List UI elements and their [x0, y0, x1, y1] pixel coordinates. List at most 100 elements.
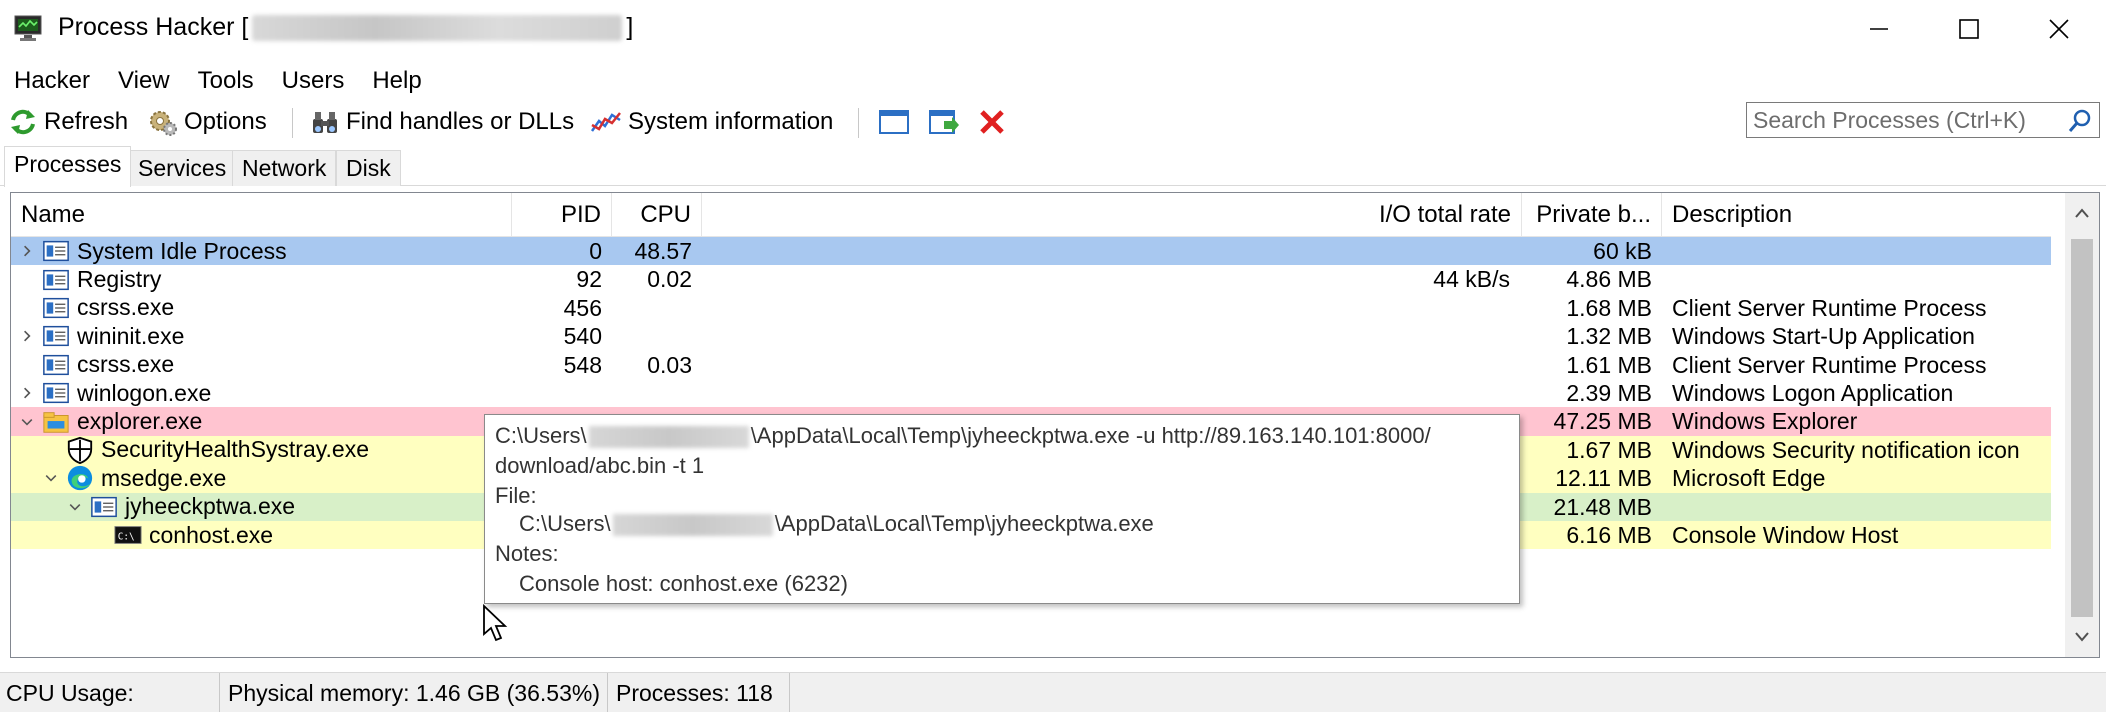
column-pid[interactable]: PID	[512, 193, 612, 237]
process-private-bytes: 1.61 MB	[1566, 351, 1652, 378]
process-name: jyheeckptwa.exe	[125, 493, 296, 520]
column-private-bytes[interactable]: Private b...	[1522, 193, 1662, 237]
window-icon	[41, 266, 71, 294]
window-icon	[41, 322, 71, 350]
process-name-cell: msedge.exe	[41, 464, 226, 492]
process-private-bytes: 12.11 MB	[1555, 465, 1652, 492]
process-pid: 548	[563, 351, 602, 378]
maximize-icon	[1959, 19, 1979, 39]
process-pid: 456	[563, 294, 602, 321]
search-placeholder: Search Processes (Ctrl+K)	[1753, 107, 2026, 133]
process-name-cell: explorer.exe	[17, 407, 202, 435]
process-cpu: 0.02	[647, 266, 692, 293]
folder-icon	[41, 408, 71, 436]
process-row[interactable]: winlogon.exe 2.39 MB Windows Logon Applica…	[11, 379, 2051, 408]
tab-processes[interactable]: Processes	[4, 146, 132, 187]
system-information-button[interactable]: System information	[590, 102, 833, 142]
toolbar-separator	[292, 108, 293, 138]
column-description[interactable]: Description	[1662, 193, 2051, 237]
scroll-thumb[interactable]	[2071, 239, 2093, 617]
tab-services[interactable]: Services	[128, 150, 237, 186]
close-window-button[interactable]	[2014, 0, 2104, 58]
status-bar: CPU Usage: 51.43% Physical memory: 1.46 …	[0, 672, 2106, 712]
process-name: Registry	[77, 266, 162, 293]
process-pid	[512, 379, 602, 407]
edge-icon	[65, 464, 95, 492]
column-io-total-rate[interactable]: I/O total rate	[702, 193, 1522, 237]
window-title: Process Hacker []	[58, 13, 633, 42]
tooltip-file-suffix: \AppData\Local\Temp\jyheeckptwa.exe	[774, 511, 1154, 536]
chevron-right-icon[interactable]	[17, 237, 37, 265]
search-icon[interactable]	[2067, 108, 2093, 134]
options-button[interactable]: Options	[148, 102, 267, 142]
menu-hacker[interactable]: Hacker	[0, 64, 104, 100]
title-bar: Process Hacker []	[0, 0, 2106, 60]
chart-icon	[590, 112, 621, 132]
window-icon	[89, 493, 119, 521]
show-window-button[interactable]	[878, 102, 916, 142]
system-information-label: System information	[628, 108, 834, 135]
chevron-down-icon[interactable]	[41, 464, 61, 492]
switch-window-button[interactable]	[928, 102, 966, 142]
tooltip-command-line: C:\Users\ \AppData\Local\Temp\jyheeckptwa…	[495, 423, 1431, 449]
column-name[interactable]: Name	[11, 193, 512, 237]
tab-strip: Processes Services Network Disk	[0, 146, 2106, 187]
tooltip-file-prefix: C:\Users\	[519, 511, 611, 536]
gear-icon	[150, 111, 177, 136]
process-cpu	[612, 294, 692, 322]
process-name-cell: SecurityHealthSystray.exe	[41, 436, 369, 464]
scroll-up-icon[interactable]	[2065, 193, 2099, 233]
chevron-down-icon[interactable]	[65, 493, 85, 521]
process-private-bytes: 4.86 MB	[1566, 266, 1652, 293]
process-name-cell: C:\ conhost.exe	[89, 521, 273, 549]
process-hacker-icon	[14, 15, 42, 41]
process-private-bytes: 1.32 MB	[1566, 323, 1652, 350]
menu-help[interactable]: Help	[358, 64, 435, 100]
process-row[interactable]: System Idle Process 0 48.57 60 kB	[11, 237, 2051, 266]
process-name-cell: csrss.exe	[17, 351, 174, 379]
process-pid: 0	[589, 238, 602, 264]
tab-disk[interactable]: Disk	[336, 150, 401, 186]
menu-tools[interactable]: Tools	[184, 64, 268, 100]
chevron-right-icon[interactable]	[17, 322, 37, 350]
chevron-right-icon[interactable]	[17, 379, 37, 407]
toolbar-separator	[858, 108, 859, 138]
process-name: conhost.exe	[149, 521, 274, 548]
red-x-icon	[980, 110, 1004, 134]
menu-users[interactable]: Users	[268, 64, 359, 100]
menu-view[interactable]: View	[104, 64, 184, 100]
terminate-button[interactable]	[978, 102, 1012, 142]
process-description: Console Window Host	[1672, 522, 1899, 548]
process-name-cell: Registry	[17, 265, 161, 293]
redacted-username	[612, 514, 773, 537]
process-name: explorer.exe	[77, 408, 203, 435]
process-description	[1672, 265, 2042, 293]
refresh-button[interactable]: Refresh	[8, 102, 128, 142]
column-cpu[interactable]: CPU	[612, 193, 702, 237]
process-row[interactable]: csrss.exe 548 0.03 1.61 MB Client Server Run…	[11, 350, 2051, 379]
refresh-label: Refresh	[44, 108, 129, 135]
process-private-bytes: 47.25 MB	[1553, 408, 1652, 435]
scroll-down-icon[interactable]	[2065, 617, 2099, 657]
options-label: Options	[184, 108, 267, 135]
process-row[interactable]: Registry 92 0.02 44 kB/s 4.86 MB	[11, 265, 2051, 294]
search-input[interactable]: Search Processes (Ctrl+K)	[1746, 102, 2100, 138]
svg-text:C:\: C:\	[118, 532, 135, 543]
minimize-button[interactable]	[1834, 0, 1924, 58]
process-io-rate: 44 kB/s	[1433, 266, 1510, 293]
process-row[interactable]: wininit.exe 540 1.32 MB Windows Start-Up Ap…	[11, 322, 2051, 351]
tab-network[interactable]: Network	[232, 150, 337, 186]
process-private-bytes: 1.67 MB	[1566, 436, 1652, 463]
tooltip-notes-value: Console host: conhost.exe (6232)	[519, 571, 848, 596]
process-description: Client Server Runtime Process	[1672, 351, 1987, 378]
process-cpu: 0.03	[647, 351, 692, 378]
column-header: Name PID CPU I/O total rate Private b...…	[11, 193, 2051, 237]
maximize-button[interactable]	[1924, 0, 2014, 58]
vertical-scrollbar[interactable]	[2065, 193, 2099, 657]
chevron-down-icon[interactable]	[17, 407, 37, 435]
find-handles-button[interactable]: Find handles or DLLs	[310, 102, 574, 142]
process-pid: 92	[576, 266, 602, 293]
process-row[interactable]: csrss.exe 456 1.68 MB Client Server Runtime…	[11, 293, 2051, 323]
process-name-cell: jyheeckptwa.exe	[65, 493, 295, 521]
